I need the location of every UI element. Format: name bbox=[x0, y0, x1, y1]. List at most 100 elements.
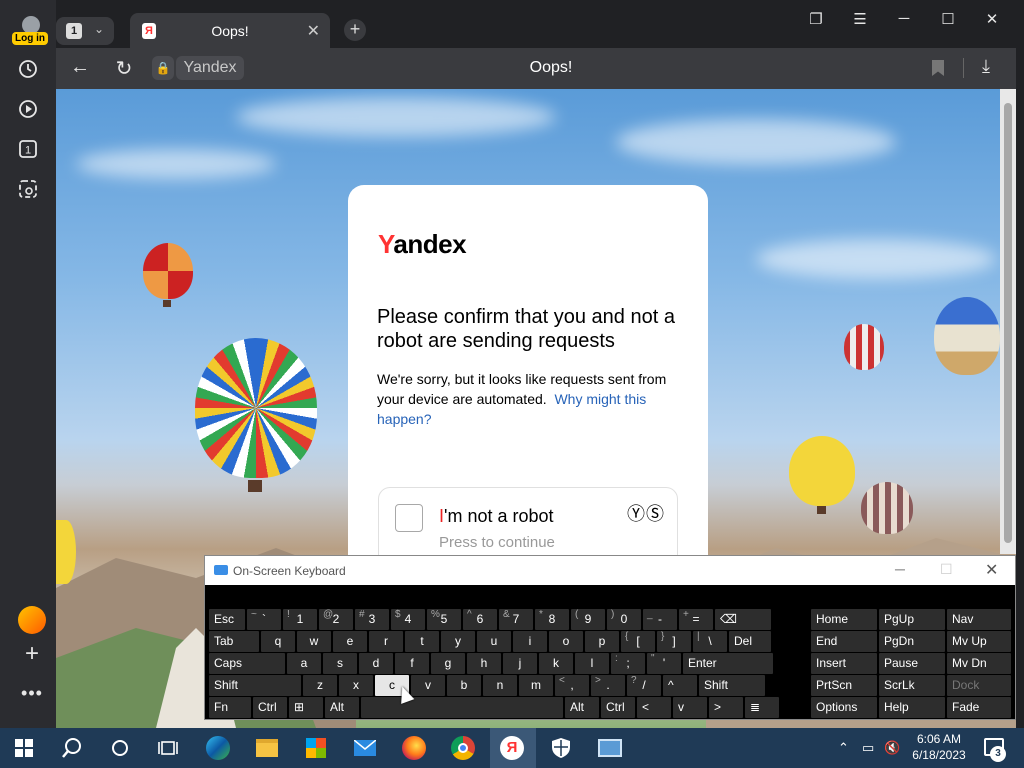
osk-key-dock[interactable]: Dock bbox=[947, 675, 1011, 696]
osk-key-scrlk[interactable]: ScrLk bbox=[879, 675, 945, 696]
mail-icon[interactable] bbox=[353, 736, 377, 760]
osk-key-sym[interactable]: > bbox=[709, 697, 743, 718]
history-icon[interactable] bbox=[14, 55, 42, 83]
osk-key-x[interactable]: x bbox=[339, 675, 373, 696]
firefox-icon[interactable] bbox=[402, 736, 426, 760]
more-icon[interactable]: ••• bbox=[18, 683, 46, 704]
edge-icon[interactable] bbox=[206, 736, 230, 760]
minimize-button[interactable]: ─ bbox=[892, 10, 916, 27]
osk-key-6[interactable]: ^ 6 bbox=[463, 609, 497, 630]
osk-key-esc[interactable]: Esc bbox=[209, 609, 245, 630]
system-clock[interactable]: 6:06 AM 6/18/2023 bbox=[908, 731, 970, 763]
osk-key-a[interactable]: a bbox=[287, 653, 321, 674]
osk-key-0[interactable]: ) 0 bbox=[607, 609, 641, 630]
osk-key-mv-dn[interactable]: Mv Dn bbox=[947, 653, 1011, 674]
not-robot-checkbox[interactable] bbox=[395, 504, 423, 532]
osk-key-help[interactable]: Help bbox=[879, 697, 945, 718]
osk-key-u[interactable]: u bbox=[477, 631, 511, 652]
osk-key-p[interactable]: p bbox=[585, 631, 619, 652]
osk-key-g[interactable]: g bbox=[431, 653, 465, 674]
osk-key-2[interactable]: @2 bbox=[319, 609, 353, 630]
osk-key-enter[interactable]: Enter bbox=[683, 653, 773, 674]
scrollbar-thumb[interactable] bbox=[1004, 103, 1012, 543]
osk-key-sym[interactable]: ~ ` bbox=[247, 609, 281, 630]
osk-key-r[interactable]: r bbox=[369, 631, 403, 652]
osk-key-insert[interactable]: Insert bbox=[811, 653, 877, 674]
osk-key-sym[interactable]: :; bbox=[611, 653, 645, 674]
osk-key-5[interactable]: % 5 bbox=[427, 609, 461, 630]
osk-key-m[interactable]: m bbox=[519, 675, 553, 696]
site-name-chip[interactable]: Yandex bbox=[176, 56, 244, 80]
osk-key-q[interactable]: q bbox=[261, 631, 295, 652]
osk-key-sym[interactable]: ≣ bbox=[745, 697, 779, 718]
osk-key-sym[interactable]: | \ bbox=[693, 631, 727, 652]
osk-key-sym[interactable]: ^ bbox=[663, 675, 697, 696]
network-icon[interactable]: ▭ bbox=[862, 740, 874, 756]
osk-key-y[interactable]: y bbox=[441, 631, 475, 652]
osk-key-8[interactable]: * 8 bbox=[535, 609, 569, 630]
osk-key-space[interactable] bbox=[361, 697, 563, 718]
osk-key-s[interactable]: s bbox=[323, 653, 357, 674]
osk-key-sym[interactable]: < bbox=[637, 697, 671, 718]
osk-key-shift[interactable]: Shift bbox=[209, 675, 301, 696]
osk-key-v[interactable]: v bbox=[411, 675, 445, 696]
osk-title-bar[interactable]: On-Screen Keyboard ─ ☐ ✕ bbox=[205, 556, 1015, 585]
osk-key-w[interactable]: w bbox=[297, 631, 331, 652]
osk-key-1[interactable]: ! 1 bbox=[283, 609, 317, 630]
osk-key-shift[interactable]: Shift bbox=[699, 675, 765, 696]
osk-key-sym[interactable]: ⊞ bbox=[289, 697, 323, 718]
download-icon[interactable]: ⤓ bbox=[982, 56, 990, 77]
osk-key-caps[interactable]: Caps bbox=[209, 653, 285, 674]
osk-key-sym[interactable]: >. bbox=[591, 675, 625, 696]
osk-key-n[interactable]: n bbox=[483, 675, 517, 696]
osk-key-k[interactable]: k bbox=[539, 653, 573, 674]
add-panel-icon[interactable]: + bbox=[18, 640, 46, 668]
osk-key-home[interactable]: Home bbox=[811, 609, 877, 630]
osk-key-pause[interactable]: Pause bbox=[879, 653, 945, 674]
osk-key-h[interactable]: h bbox=[467, 653, 501, 674]
bookmark-icon[interactable] bbox=[932, 60, 944, 76]
address-page-title[interactable]: Oops! bbox=[476, 59, 626, 77]
file-explorer-icon[interactable] bbox=[255, 736, 279, 760]
osk-key-l[interactable]: l bbox=[575, 653, 609, 674]
osk-key-pgdn[interactable]: PgDn bbox=[879, 631, 945, 652]
task-view-icon[interactable] bbox=[156, 736, 180, 760]
osk-key-9[interactable]: (9 bbox=[571, 609, 605, 630]
osk-key-sym[interactable]: + = bbox=[679, 609, 713, 630]
osk-key-z[interactable]: z bbox=[303, 675, 337, 696]
osk-key-sym[interactable]: _ - bbox=[643, 609, 677, 630]
media-icon[interactable] bbox=[14, 95, 42, 123]
close-window-button[interactable]: ✕ bbox=[980, 10, 1004, 28]
osk-key-sym[interactable]: ? / bbox=[627, 675, 661, 696]
osk-key-sym[interactable]: <, bbox=[555, 675, 589, 696]
osk-key-d[interactable]: d bbox=[359, 653, 393, 674]
osk-key-fade[interactable]: Fade bbox=[947, 697, 1011, 718]
osk-key-i[interactable]: i bbox=[513, 631, 547, 652]
osk-key-end[interactable]: End bbox=[811, 631, 877, 652]
chrome-icon[interactable] bbox=[451, 736, 475, 760]
osk-key-tab[interactable]: Tab bbox=[209, 631, 259, 652]
tabs-count-icon[interactable]: 1 bbox=[14, 135, 42, 163]
osk-key-f[interactable]: f bbox=[395, 653, 429, 674]
search-icon[interactable] bbox=[60, 736, 84, 760]
osk-key-j[interactable]: j bbox=[503, 653, 537, 674]
remote-desktop-icon[interactable] bbox=[598, 736, 622, 760]
osk-key-b[interactable]: b bbox=[447, 675, 481, 696]
tab-manager-button[interactable]: 1 ⌄ bbox=[56, 17, 114, 45]
collections-icon[interactable]: ❐ bbox=[804, 10, 828, 28]
security-icon[interactable] bbox=[549, 736, 573, 760]
screenshot-icon[interactable] bbox=[14, 175, 42, 203]
alice-assistant-icon[interactable] bbox=[18, 606, 46, 634]
reload-button[interactable]: ↻ bbox=[112, 56, 136, 81]
osk-key-4[interactable]: $4 bbox=[391, 609, 425, 630]
osk-key-fn[interactable]: Fn bbox=[209, 697, 251, 718]
menu-icon[interactable]: ☰ bbox=[848, 10, 872, 28]
login-button[interactable]: Log in bbox=[12, 14, 50, 48]
osk-key-del[interactable]: Del bbox=[729, 631, 771, 652]
osk-key-prtscn[interactable]: PrtScn bbox=[811, 675, 877, 696]
osk-minimize-button[interactable]: ─ bbox=[895, 561, 905, 577]
osk-key-sym[interactable]: {[ bbox=[621, 631, 655, 652]
yandex-logo[interactable]: Yandex bbox=[378, 229, 467, 260]
osk-key-ctrl[interactable]: Ctrl bbox=[253, 697, 287, 718]
osk-key-sym[interactable]: }] bbox=[657, 631, 691, 652]
